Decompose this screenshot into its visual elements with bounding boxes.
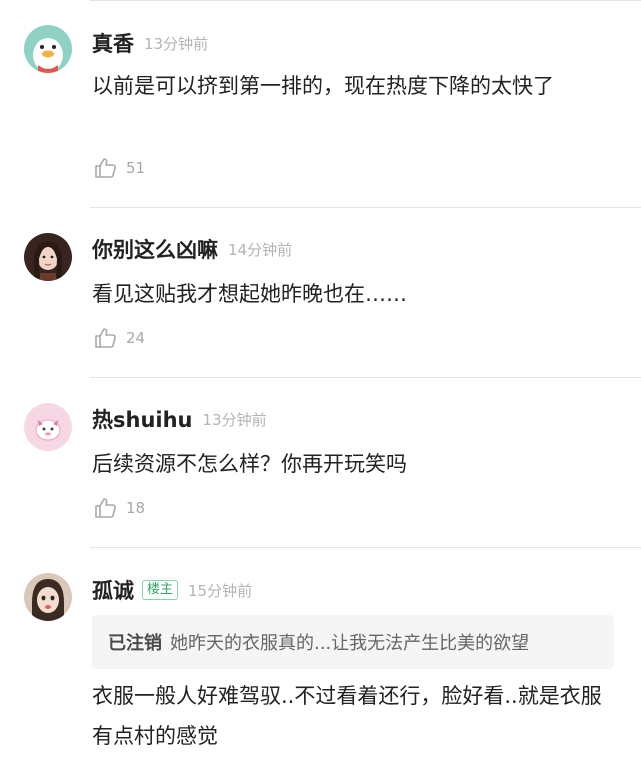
comment-divider [90,377,641,378]
username[interactable]: 热shuihu [92,404,193,434]
like-count: 18 [126,499,146,517]
comment-text: 以前是可以挤到第一排的，现在热度下降的太快了 [92,74,554,98]
comment-divider [90,547,641,548]
thumbs-up-icon [95,158,116,178]
username[interactable]: 你别这么凶嘛 [92,234,218,264]
timestamp: 13分钟前 [144,34,209,53]
like-count: 51 [126,159,146,177]
original-poster-badge: 楼主 [142,580,179,600]
timestamp: 15分钟前 [188,581,253,600]
face-avatar-icon[interactable] [24,573,72,621]
comment-text: 后续资源不怎么样？你再开玩笑吗 [92,452,407,476]
timestamp: 13分钟前 [202,410,267,429]
quoted-text: 她昨天的衣服真的...让我无法产生比美的欲望 [170,633,530,654]
comment-list: 真香 13分钟前 以前是可以挤到第一排的，现在热度下降的太快了 51 你别这么凶… [0,0,641,759]
girl-avatar-icon[interactable] [24,233,72,281]
like-button[interactable]: 51 [94,154,145,182]
thumbs-up-icon [95,498,116,518]
top-divider [90,0,641,1]
duck-avatar-icon[interactable] [24,25,72,73]
comment-divider [90,207,641,208]
like-count: 24 [126,329,146,347]
comment-text: 看见这贴我才想起她昨晚也在…… [92,282,407,306]
thumbs-up-icon [95,328,116,348]
timestamp: 14分钟前 [228,240,293,259]
like-button[interactable]: 24 [94,324,145,352]
username[interactable]: 孤诚 [92,575,134,605]
comment-text: 衣服一般人好难驾驭..不过看着还行，脸好看..就是衣服有点村的感觉 [92,684,602,748]
pink-cartoon-avatar-icon[interactable] [24,403,72,451]
quoted-username: 已注销 [108,633,162,654]
like-button[interactable]: 18 [94,494,145,522]
username[interactable]: 真香 [92,28,134,58]
quoted-reply[interactable]: 已注销 她昨天的衣服真的...让我无法产生比美的欲望 [92,615,614,669]
